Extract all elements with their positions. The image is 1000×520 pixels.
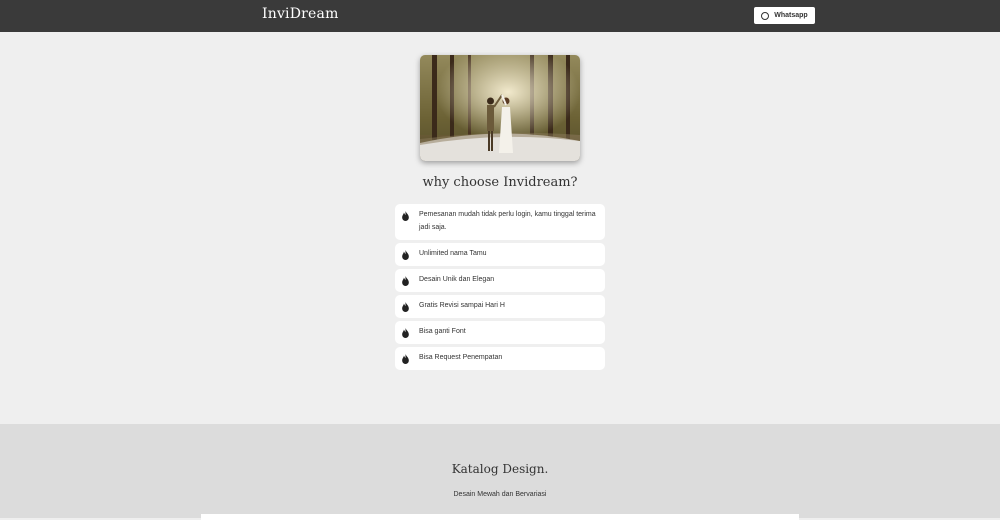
feature-list: Pemesanan mudah tidak perlu login, kamu … — [395, 204, 605, 373]
flame-icon — [402, 250, 409, 260]
hero-couple-photo — [420, 55, 580, 161]
feature-item-label: Bisa Request Penempatan — [419, 354, 503, 361]
flame-icon — [402, 211, 409, 221]
whatsapp-button-label: Whatsapp — [774, 12, 808, 19]
logo[interactable]: InviDream — [262, 6, 339, 22]
feature-item-label: Bisa ganti Font — [419, 328, 466, 335]
catalog-panel — [201, 514, 799, 520]
why-choose-heading: why choose Invidream? — [422, 175, 578, 190]
feature-item-label: Pemesanan mudah tidak perlu login, kamu … — [419, 211, 596, 231]
feature-item: Bisa ganti Font — [395, 321, 605, 344]
top-navbar: InviDream Whatsapp — [0, 0, 1000, 32]
flame-icon — [402, 354, 409, 364]
feature-item-label: Gratis Revisi sampai Hari H — [419, 302, 505, 309]
flame-icon — [402, 302, 409, 312]
feature-item: Gratis Revisi sampai Hari H — [395, 295, 605, 318]
feature-item: Pemesanan mudah tidak perlu login, kamu … — [395, 204, 605, 240]
feature-item: Desain Unik dan Elegan — [395, 269, 605, 292]
catalog-title: Katalog Design. — [451, 462, 549, 476]
feature-item: Bisa Request Penempatan — [395, 347, 605, 370]
feature-item: Unlimited nama Tamu — [395, 243, 605, 266]
whatsapp-button[interactable]: Whatsapp — [754, 7, 815, 24]
catalog-section: Katalog Design. Desain Mewah dan Bervari… — [0, 424, 1000, 520]
flame-icon — [402, 276, 409, 286]
flame-icon — [402, 328, 409, 338]
feature-item-label: Unlimited nama Tamu — [419, 250, 487, 257]
feature-item-label: Desain Unik dan Elegan — [419, 276, 495, 283]
whatsapp-icon — [761, 11, 770, 20]
catalog-subtitle: Desain Mewah dan Bervariasi — [453, 491, 547, 498]
